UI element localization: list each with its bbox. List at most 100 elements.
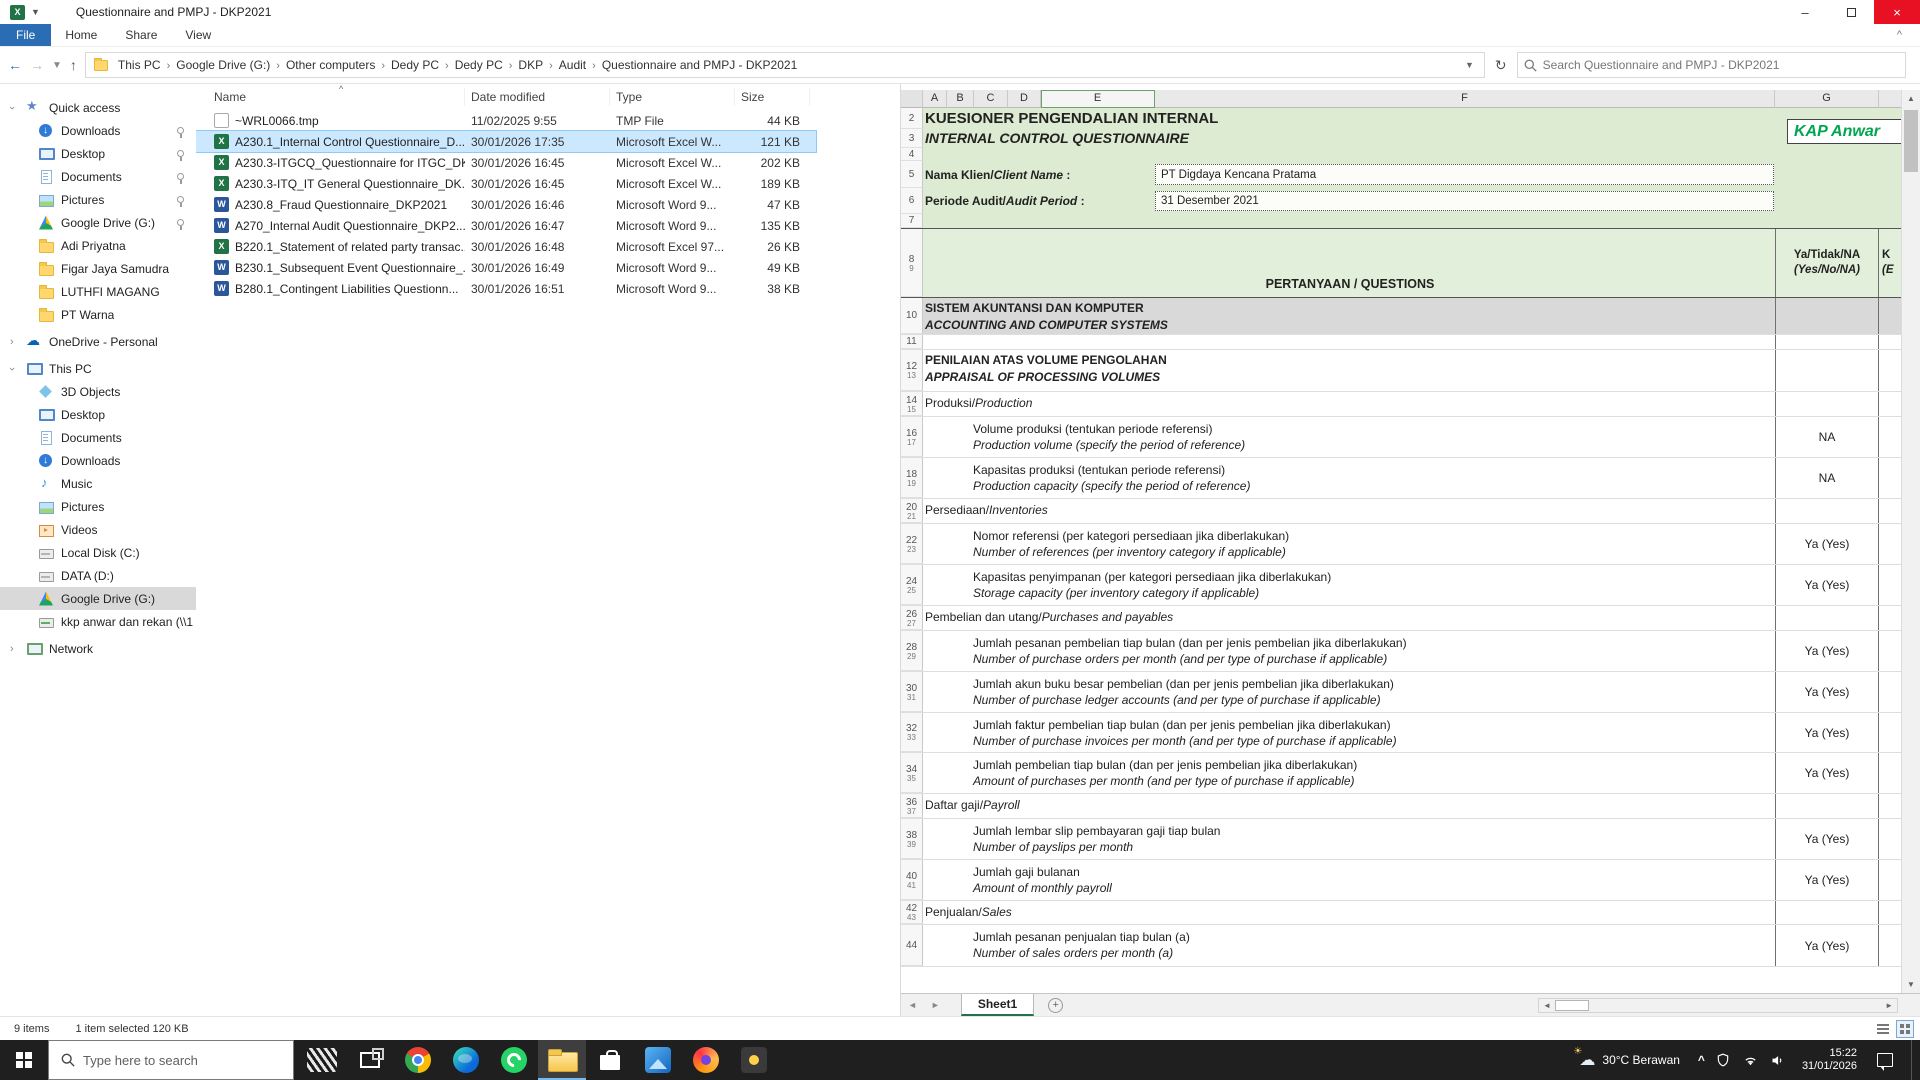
notification-center-icon[interactable] [1867,1040,1901,1080]
file-row-wrl0066-tmp[interactable]: ~WRL0066.tmp11/02/2025 9:55TMP File44 KB [196,110,816,131]
column-header-b[interactable]: B [947,90,974,108]
column-header-a[interactable]: A [923,90,947,108]
breadcrumb-item-other-computers[interactable]: Other computers [282,58,379,72]
answer-cell-8[interactable]: Ya/Tidak/NA(Yes/No/NA) [1775,229,1879,297]
sidebar-item-pictures[interactable]: Pictures [0,495,196,518]
weather-widget[interactable]: ☁ 30°C Berawan [1571,1050,1688,1070]
sidebar-item-documents[interactable]: Documents [0,165,196,188]
sidebar-item-local-disk-c[interactable]: Local Disk (C:) [0,541,196,564]
answer-cell-38[interactable]: Ya (Yes) [1775,819,1879,859]
sheet-tab[interactable]: Sheet1 [961,994,1034,1016]
file-row-a230-8-fraud-questionnaire-dkp2021[interactable]: WA230.8_Fraud Questionnaire_DKP202130/01… [196,194,816,215]
sheet-cell-34[interactable]: Jumlah pembelian tiap bulan (dan per jen… [923,753,1775,793]
answer-cell-18[interactable]: NA [1775,458,1879,498]
file-row-b220-1-statement-of-related-party-transac[interactable]: XB220.1_Statement of related party trans… [196,236,816,257]
restore-button[interactable] [1828,0,1874,24]
sheet-cell-3[interactable]: INTERNAL CONTROL QUESTIONNAIRE [923,129,1775,148]
microsoft-store-icon[interactable] [586,1040,634,1080]
sheet-cell-32[interactable]: Jumlah faktur pembelian tiap bulan (dan … [923,713,1775,752]
row-number-22[interactable]: 2223 [901,524,923,564]
answer-cell-44[interactable]: Ya (Yes) [1775,925,1879,966]
breadcrumb-item-this-pc[interactable]: This PC [114,58,165,72]
sheet-nav-right-icon[interactable]: ► [924,1000,947,1010]
breadcrumb[interactable]: This PC›Google Drive (G:)›Other computer… [85,52,1485,78]
menu-file[interactable]: File [0,24,51,46]
network-icon[interactable] [1742,1052,1759,1069]
chrome-icon[interactable] [394,1040,442,1080]
column-header-name[interactable]: ^Name [214,88,465,106]
zebra-image-app-icon[interactable] [298,1040,346,1080]
answer-cell-24[interactable]: Ya (Yes) [1775,565,1879,605]
row-number-18[interactable]: 1819 [901,458,923,498]
sheet-cell-38[interactable]: Jumlah lembar slip pembayaran gaji tiap … [923,819,1775,859]
sidebar-item-downloads[interactable]: Downloads [0,119,196,142]
column-header-d[interactable]: D [1008,90,1041,108]
horizontal-scrollbar[interactable]: ◄ ► [1538,998,1898,1013]
file-row-a270-internal-audit-questionnaire-dkp2[interactable]: WA270_Internal Audit Questionnaire_DKP2.… [196,215,816,236]
answer-cell-30[interactable]: Ya (Yes) [1775,672,1879,712]
scroll-right-icon[interactable]: ► [1881,1001,1897,1010]
sheet-cell-12[interactable]: PENILAIAN ATAS VOLUME PENGOLAHANAPPRAISA… [923,350,1775,391]
breadcrumb-item-questionnaire-and-pmpj-dkp2021[interactable]: Questionnaire and PMPJ - DKP2021 [598,58,801,72]
breadcrumb-item-dedy-pc[interactable]: Dedy PC [387,58,443,72]
sidebar-item-downloads[interactable]: Downloads [0,449,196,472]
sheet-cell-11[interactable] [923,335,1775,349]
sidebar-item-figar-jaya-samudra[interactable]: Figar Jaya Samudra [0,257,196,280]
row-number-20[interactable]: 2021 [901,499,923,523]
breadcrumb-item-google-drive-g[interactable]: Google Drive (G:) [172,58,274,72]
answer-cell-28[interactable]: Ya (Yes) [1775,631,1879,671]
sidebar-section-this-pc[interactable]: ›This PC [0,357,196,380]
row-number-38[interactable]: 3839 [901,819,923,859]
row-number-26[interactable]: 2627 [901,606,923,630]
sheet-cell-6[interactable]: Periode Audit/Audit Period :31 Desember … [923,188,1775,214]
sheet-cell-30[interactable]: Jumlah akun buku besar pembelian (dan pe… [923,672,1775,712]
sidebar-item-desktop[interactable]: Desktop [0,403,196,426]
row-number-14[interactable]: 1415 [901,392,923,416]
taskbar-clock[interactable]: 15:22 31/01/2026 [1796,1047,1857,1073]
row-number-2[interactable]: 2 [901,108,923,129]
column-header-size[interactable]: Size [735,88,810,106]
vertical-scroll-thumb[interactable] [1904,110,1918,172]
answer-cell-4[interactable] [1775,148,1879,161]
row-number-6[interactable]: 6 [901,188,923,214]
sheet-cell-36[interactable]: Daftar gaji/Payroll [923,794,1775,818]
file-row-a230-3-itgcq-questionnaire-for-itgc-dk[interactable]: XA230.3-ITGCQ_Questionnaire for ITGC_DK.… [196,152,816,173]
sheet-cell-2[interactable]: KUESIONER PENGENDALIAN INTERNAL [923,108,1775,129]
sheet-nav-left-icon[interactable]: ◄ [901,1000,924,1010]
row-number-34[interactable]: 3435 [901,753,923,793]
breadcrumb-item-dedy-pc[interactable]: Dedy PC [451,58,507,72]
answer-cell-5[interactable] [1775,161,1879,188]
row-number-40[interactable]: 4041 [901,860,923,900]
file-row-b230-1-subsequent-event-questionnaire[interactable]: WB230.1_Subsequent Event Questionnaire_.… [196,257,816,278]
recent-locations-chevron-icon[interactable]: ▼ [52,60,62,71]
address-dropdown-chevron-icon[interactable]: ▼ [1465,60,1480,70]
column-header-type[interactable]: Type [610,88,735,106]
file-row-a230-1-internal-control-questionnaire-d[interactable]: XA230.1_Internal Control Questionnaire_D… [196,131,816,152]
sidebar-item-adi-priyatna[interactable]: Adi Priyatna [0,234,196,257]
row-number-28[interactable]: 2829 [901,631,923,671]
sheet-cell-14[interactable]: Produksi/Production [923,392,1775,416]
column-header-g[interactable]: G [1775,90,1879,108]
file-explorer-icon[interactable] [538,1040,586,1080]
ribbon-collapse-icon[interactable]: ^ [1897,24,1902,46]
row-number-30[interactable]: 3031 [901,672,923,712]
sidebar-item-3d-objects[interactable]: 3D Objects [0,380,196,403]
vertical-scrollbar[interactable]: ▲ ▼ [1901,90,1920,993]
sidebar-item-desktop[interactable]: Desktop [0,142,196,165]
sidebar-item-google-drive-g[interactable]: Google Drive (G:) [0,587,196,610]
select-all-corner[interactable] [901,90,923,108]
sheet-cell-28[interactable]: Jumlah pesanan pembelian tiap bulan (dan… [923,631,1775,671]
scroll-up-icon[interactable]: ▲ [1902,90,1920,107]
answer-cell-10[interactable] [1775,298,1879,334]
answer-cell-40[interactable]: Ya (Yes) [1775,860,1879,900]
row-number-16[interactable]: 1617 [901,417,923,457]
sheet-cell-40[interactable]: Jumlah gaji bulananAmount of monthly pay… [923,860,1775,900]
menu-view[interactable]: View [171,24,225,46]
sheet-cell-26[interactable]: Pembelian dan utang/Purchases and payabl… [923,606,1775,630]
photos-app-icon[interactable] [634,1040,682,1080]
row-number-36[interactable]: 3637 [901,794,923,818]
answer-cell-12[interactable] [1775,350,1879,391]
show-desktop-button[interactable] [1911,1040,1916,1080]
row-number-32[interactable]: 3233 [901,713,923,752]
column-header-c[interactable]: C [974,90,1008,108]
